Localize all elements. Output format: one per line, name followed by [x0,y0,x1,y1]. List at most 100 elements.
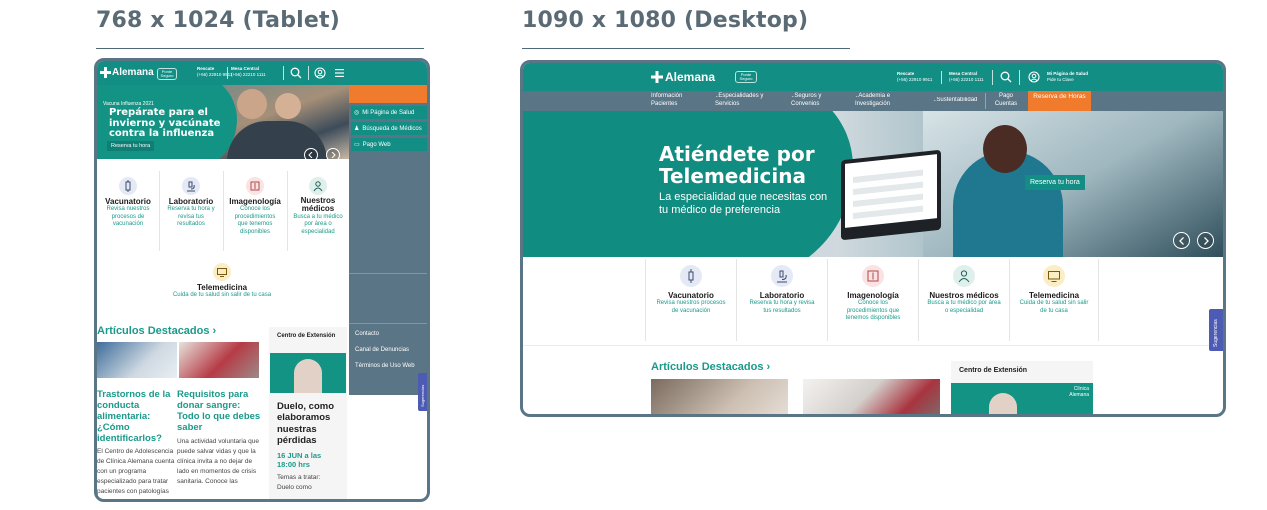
desktop-card-laboratorio[interactable]: Laboratorio Reserva tu hora y revisa tus… [737,265,827,315]
tablet-card-desc: Busca a tu médico por área o especialida… [293,213,343,235]
nav-item-pago[interactable]: Pago Cuentas [991,93,1021,108]
tablet-articles-heading[interactable]: Artículos Destacados › [97,325,216,337]
nav-item-label: Seguros y Convenios [791,93,822,107]
desktop-rescate-phone: (+56) 22910 9911 [897,76,933,82]
desktop-card-title: Nuestros médicos [929,291,999,300]
desktop-card-desc: Busca a tu médico por área o especialida… [927,300,1001,314]
user-icon[interactable] [313,66,327,80]
user-circle-icon: ◎ [354,110,360,116]
tablet-extension-date: 16 JUN a las 18:00 hrs [277,451,322,470]
tablet-card-title: Imagenología [229,197,281,206]
user-icon[interactable] [1027,70,1041,84]
tablet-extension-body: Temas a tratar: Duelo como [277,474,321,491]
nav-reserva-horas-button[interactable]: Reserva de Horas [1028,91,1091,111]
desktop-feedback-label: Sugerencias [1213,319,1219,347]
tablet-article-1-body: El Centro de Adolescencia de Clínica Ale… [97,448,175,496]
tablet-mockup: Alemana Ponte Seguro Rescate (+56) 22910… [94,58,430,502]
tablet-menu-item-busqueda[interactable]: ♟ Búsqueda de Médicos [351,122,427,135]
desktop-card-desc: Cuida de tu salud sin salir de tu casa [1019,300,1089,314]
desktop-header-divider-2 [992,70,993,85]
xray-icon [246,177,264,195]
hamburger-menu-icon[interactable] [333,67,345,79]
desktop-hero: Atiéndete por Telemedicina La especialid… [523,111,1223,257]
desktop-account-link[interactable]: Mi Página de Salud Pide tu Clave [1047,71,1088,83]
desktop-extension-card[interactable]: Centro de Extensión Clínica Alemana [951,361,1093,414]
desktop-nav: Información Pacientes ⌄Especialidades y … [523,91,1223,111]
alemana-logo-icon [651,71,663,83]
tablet-menu-item-label: Búsqueda de Médicos [362,125,422,132]
doctor-icon [309,177,327,195]
desktop-card-desc: Revisa nuestros procesos de vacunación [656,300,726,314]
tablet-feedback-tab[interactable]: Sugerencias [418,373,427,411]
desktop-card-imagenologia[interactable]: Imagenología Conoce los procedimientos q… [828,265,918,323]
doctor-icon [953,265,975,287]
tablet-hero-title: Prepárate para el invierno y vacúnate co… [109,107,221,139]
desktop-card-desc: Reserva tu hora y revisa tus resultados [749,300,815,314]
tablet-extension-banner [270,353,346,393]
tablet-card-title: Laboratorio [168,197,214,206]
carousel-prev-icon[interactable] [304,148,318,159]
tablet-header-divider-2 [283,66,284,80]
desktop-mesa-central[interactable]: Mesa Central (+56) 22210 1111 [949,71,984,83]
tablet-header-divider-3 [308,66,309,80]
desktop-card-title: Imagenología [847,291,899,300]
tablet-hero-person-2 [275,93,301,119]
desktop-rescate[interactable]: Rescate (+56) 22910 9911 [897,71,932,83]
desktop-hero-reserve-button[interactable]: Reserva tu hora [1025,175,1085,190]
nav-item-sustentabilidad[interactable]: ⌄Sustentabilidad [933,97,985,103]
desktop-extension-banner-logo: Clínica Alemana [1069,386,1089,398]
tablet-extension-card[interactable]: Centro de Extensión Duelo, como elaboram… [269,327,347,499]
carousel-next-icon[interactable] [326,148,340,159]
tablet-footer-link-contacto[interactable]: Contacto [355,331,379,337]
tablet-footer-link-denuncias[interactable]: Canal de Denuncias [355,347,409,353]
desktop-section-divider [523,345,1223,346]
tablet-card-title: Nuestros médicos [300,196,336,214]
desktop-extension-speaker-photo [989,393,1017,414]
carousel-next-icon[interactable] [1197,232,1214,249]
tablet-menu-item-pago[interactable]: ▭ Pago Web [351,138,427,151]
tablet-card-laboratorio[interactable]: Laboratorio Reserva tu hora y revisa tus… [160,177,222,229]
tablet-card-imagenologia[interactable]: Imagenología Conoce los procedimientos q… [224,177,286,236]
carousel-prev-icon[interactable] [1173,232,1190,249]
tablet-card-title: Vacunatorio [105,197,151,206]
desktop-card-telemedicina[interactable]: Telemedicina Cuida de tu salud sin salir… [1010,265,1098,315]
tablet-card-medicos[interactable]: Nuestros médicos Busca a tu médico por á… [288,177,348,236]
alemana-logo-icon [100,67,111,78]
desktop-card-medicos[interactable]: Nuestros médicos Busca a tu médico por á… [919,265,1009,315]
desktop-mockup: Alemana Ponte Seguro Rescate (+56) 22910… [520,60,1226,417]
tablet-card-vacunatorio[interactable]: Vacunatorio Revisa nuestros procesos de … [99,177,157,229]
desktop-card-vacunatorio[interactable]: Vacunatorio Revisa nuestros procesos de … [647,265,735,315]
desktop-header-divider [941,71,942,84]
tablet-menu-divider-2 [349,323,427,324]
desktop-hero-woman-head [983,125,1027,173]
tablet-articles-heading-text: Artículos Destacados [97,325,210,337]
desktop-articles-heading[interactable]: Artículos Destacados › [651,361,770,373]
tablet-article-1-title[interactable]: Trastornos de la conducta alimentaria: ¿… [97,389,175,445]
desktop-header-divider-3 [1019,70,1020,85]
tablet-hero-reserve-button[interactable]: Reserva tu hora [107,141,155,151]
tablet-menu-divider [349,273,427,274]
desktop-hero-laptop-screen [845,154,937,228]
desktop-logo-text[interactable]: Alemana [665,70,715,84]
tablet-logo-text[interactable]: Alemana [112,67,154,78]
search-icon[interactable] [999,70,1013,84]
tablet-article-2-image [179,342,259,378]
tablet-extension-heading: Centro de Extensión [277,333,336,339]
desktop-header: Alemana Ponte Seguro Rescate (+56) 22910… [523,63,1223,91]
tablet-article-2-title[interactable]: Requisitos para donar sangre: Todo lo qu… [177,389,263,433]
desktop-card-title: Telemedicina [1028,291,1080,300]
desktop-feedback-tab[interactable]: Sugerencias [1209,309,1223,351]
tablet-card-desc: Reserva tu hora y revisa tus resultados [167,206,215,227]
vaccine-icon [680,265,702,287]
microscope-icon [771,265,793,287]
nav-item-seguros[interactable]: ⌄Seguros y Convenios [791,93,835,108]
nav-item-informacion[interactable]: Información Pacientes [651,93,699,108]
tablet-card-telemedicina[interactable]: Telemedicina Cuida de tu salud sin salir… [157,263,287,300]
tablet-footer-link-terminos[interactable]: Términos de Uso Web [355,363,415,369]
desktop-articles-heading-text: Artículos Destacados [651,361,764,373]
tablet-menu-item-mi-pagina[interactable]: ◎ Mi Página de Salud [351,106,427,119]
search-icon[interactable] [289,66,303,80]
nav-item-academia[interactable]: ⌄Academia e Investigación [855,93,909,108]
tablet-mesa-central[interactable]: Mesa Central (+56) 22210 1111 [231,66,266,78]
nav-item-especialidades[interactable]: ⌄Especialidades y Servicios [715,93,775,108]
